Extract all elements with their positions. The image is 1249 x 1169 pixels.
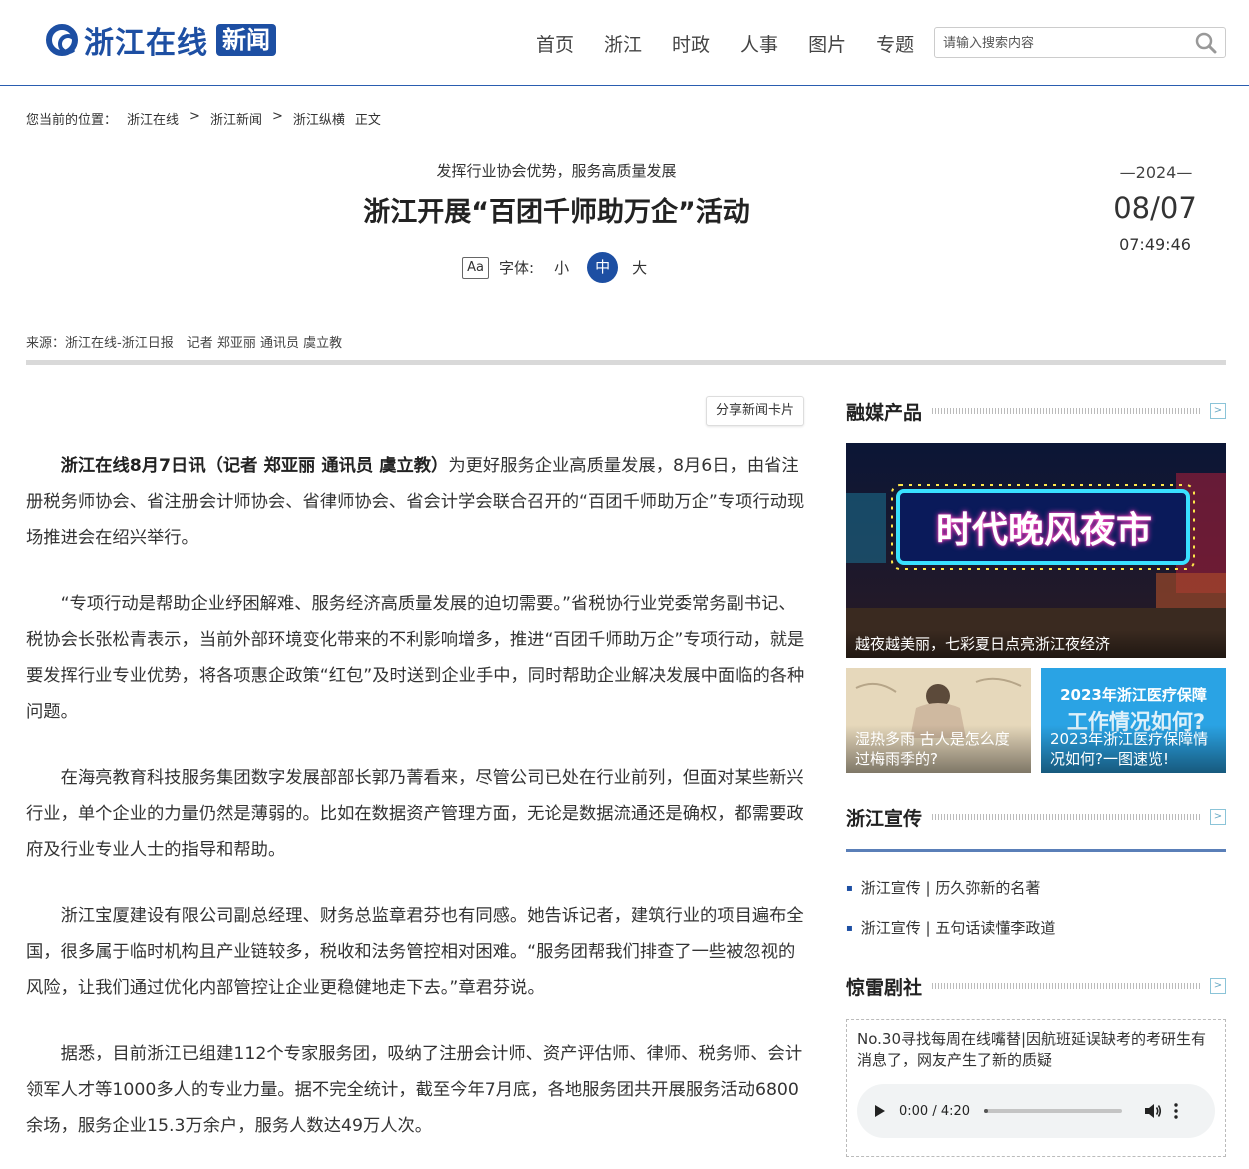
- media-caption: 越夜越美丽，七彩夏日点亮浙江夜经济: [846, 630, 1226, 658]
- xuanchuan-more-icon[interactable]: >: [1210, 809, 1226, 825]
- publish-date: 08/07: [1113, 191, 1197, 225]
- article-paragraph: 在海亮教育科技服务集团数字发展部部长郭乃菁看来，尽管公司已处在行业前列，但面对某…: [26, 768, 804, 860]
- play-icon[interactable]: [875, 1105, 885, 1117]
- breadcrumb-news[interactable]: 浙江新闻: [210, 109, 262, 128]
- logo-badge: 新闻: [216, 24, 276, 56]
- main-nav: 首页 浙江 时政 人事 图片 专题: [536, 30, 944, 57]
- font-size-medium[interactable]: 中: [587, 252, 619, 283]
- breadcrumb-home[interactable]: 浙江在线: [127, 109, 179, 128]
- section-rule: [846, 849, 1226, 852]
- audio-progress-fill: [984, 1109, 989, 1113]
- night-market-sign-text: 时代晚风夜市: [935, 510, 1152, 551]
- more-options-icon[interactable]: [1174, 1103, 1178, 1119]
- medical-banner-line1: 2023年浙江医疗保障: [1060, 686, 1207, 704]
- search-box: [934, 27, 1226, 58]
- volume-icon[interactable]: [1144, 1103, 1162, 1119]
- media-caption: 2023年浙江医疗保障情况如何?一图速览!: [1041, 725, 1226, 773]
- media-card-plum-rain[interactable]: 湿热多雨 古人是怎么度过梅雨季的?: [846, 668, 1031, 773]
- nav-personnel[interactable]: 人事: [740, 30, 778, 57]
- share-card-button[interactable]: 分享新闻卡片: [706, 396, 804, 426]
- article-subtitle: 发挥行业协会优势，服务高质量发展: [436, 162, 677, 180]
- dotted-divider: [932, 814, 1200, 820]
- nav-topics[interactable]: 专题: [876, 30, 914, 57]
- article-title: 浙江开展“百团千师助万企”活动: [363, 197, 750, 228]
- media-caption: 湿热多雨 古人是怎么度过梅雨季的?: [846, 725, 1031, 773]
- font-size-large[interactable]: 大: [632, 257, 647, 278]
- juchang-section-header: 惊雷剧社 >: [846, 971, 1226, 1001]
- audio-seek-bar[interactable]: [984, 1109, 1123, 1113]
- site-logo[interactable]: 浙江在线 新闻: [46, 22, 276, 61]
- breadcrumb-separator: >: [271, 109, 283, 124]
- nav-politics[interactable]: 时政: [672, 30, 710, 57]
- media-card-medical-insurance[interactable]: 2023年浙江医疗保障 工作情况如何? 2023年浙江医疗保障情况如何?一图速览…: [1041, 668, 1226, 773]
- breadcrumb: 您当前的位置： 浙江在线 > 浙江新闻 > 浙江纵横 正文: [26, 109, 391, 128]
- font-aa-icon: Aa: [462, 256, 489, 279]
- dotted-divider: [932, 983, 1200, 989]
- audio-player: 0:00 / 4:20: [857, 1084, 1215, 1138]
- font-size-label: 字体:: [499, 259, 535, 277]
- article-body: 浙江在线8月7日讯（记者 郑亚丽 通讯员 虞立教）为更好服务企业高质量发展，8月…: [26, 448, 806, 1169]
- search-icon[interactable]: [1195, 32, 1217, 54]
- media-section-header: 融媒产品 >: [846, 396, 1226, 426]
- site-header: 浙江在线 新闻 首页 浙江 时政 人事 图片 专题: [0, 0, 1249, 86]
- dotted-divider: [932, 408, 1200, 414]
- search-input[interactable]: [943, 33, 1183, 53]
- nav-pictures[interactable]: 图片: [808, 30, 846, 57]
- nav-zhejiang[interactable]: 浙江: [604, 30, 642, 57]
- xuanchuan-link[interactable]: 浙江宣传 | 五句话读懂李政道: [846, 917, 1056, 938]
- xuanchuan-section-header: 浙江宣传 >: [846, 802, 1226, 832]
- media-card-night-market[interactable]: 时代晚风夜市 越夜越美丽，七彩夏日点亮浙江夜经济: [846, 443, 1226, 658]
- font-size-switcher: Aa 字体: 小 中 大: [462, 252, 647, 283]
- article-lead: 浙江在线8月7日讯（记者 郑亚丽 通讯员 虞立教）: [60, 456, 449, 476]
- publish-year: —2024—: [1119, 163, 1193, 182]
- media-more-icon[interactable]: >: [1210, 403, 1226, 419]
- audio-time: 0:00 / 4:20: [899, 1103, 971, 1119]
- article-source: 来源：浙江在线-浙江日报 记者 郑亚丽 通讯员 虞立教: [26, 336, 343, 351]
- media-section-title: 融媒产品: [846, 401, 923, 424]
- nav-home[interactable]: 首页: [536, 30, 574, 57]
- logo-text: 浙江在线: [84, 26, 208, 61]
- juchang-more-icon[interactable]: >: [1210, 978, 1226, 994]
- juchang-section-title: 惊雷剧社: [846, 976, 923, 999]
- xuanchuan-link[interactable]: 浙江宣传 | 历久弥新的名著: [846, 877, 1041, 898]
- breadcrumb-section[interactable]: 浙江纵横: [293, 109, 345, 128]
- breadcrumb-current: 正文: [354, 113, 381, 128]
- article-paragraph: “专项行动是帮助企业纾困解难、服务经济高质量发展的迫切需要。”省税协行业党委常务…: [26, 594, 805, 722]
- audio-card: No.30寻找每周在线嘴替|因航班延误缺考的考研生有消息了，网友产生了新的质疑 …: [846, 1019, 1226, 1157]
- divider: [26, 360, 1226, 365]
- article-paragraph: 浙江宝厦建设有限公司副总经理、财务总监章君芬也有同感。她告诉记者，建筑行业的项目…: [26, 906, 804, 998]
- article-paragraph: 据悉，目前浙江已组建112个专家服务团，吸纳了注册会计师、资产评估师、律师、税务…: [26, 1044, 803, 1136]
- publish-time: 07:49:46: [1119, 235, 1191, 254]
- breadcrumb-separator: >: [189, 109, 200, 124]
- logo-mark-icon: [46, 24, 78, 56]
- xuanchuan-section-title: 浙江宣传: [846, 807, 923, 830]
- article-paragraph: 浙江在线8月7日讯（记者 郑亚丽 通讯员 虞立教）为更好服务企业高质量发展，8月…: [26, 448, 806, 556]
- breadcrumb-prefix: 您当前的位置：: [26, 113, 118, 128]
- audio-title[interactable]: No.30寻找每周在线嘴替|因航班延误缺考的考研生有消息了，网友产生了新的质疑: [857, 1029, 1217, 1071]
- font-size-small[interactable]: 小: [554, 257, 569, 278]
